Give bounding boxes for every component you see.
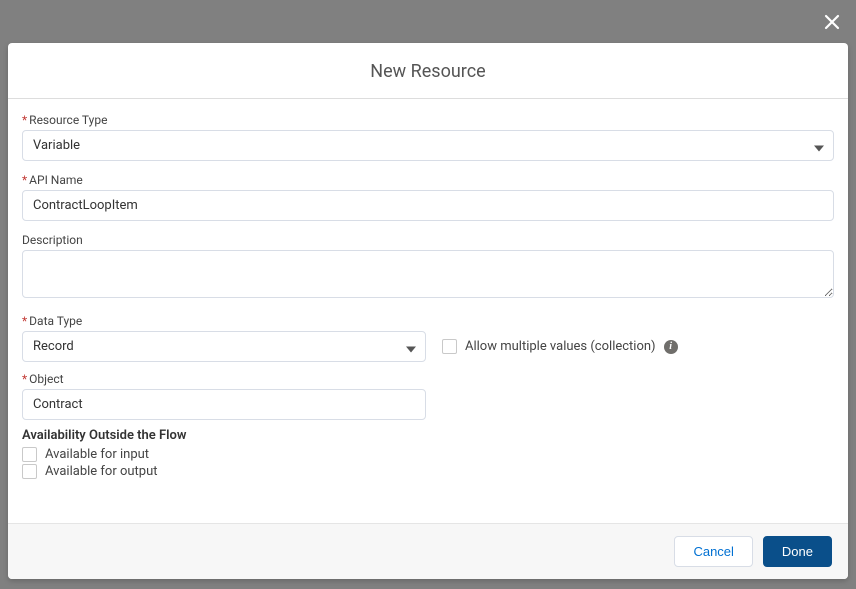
data-type-label: Data Type [22,314,426,328]
api-name-input[interactable] [22,190,834,221]
available-input-row: Available for input [22,447,834,462]
data-type-group: Data Type [22,314,426,362]
resource-type-select[interactable] [22,130,834,161]
allow-multiple-checkbox[interactable] [442,339,457,354]
object-label: Object [22,372,426,386]
modal-footer: Cancel Done [8,523,848,579]
done-button[interactable]: Done [763,536,832,567]
description-textarea[interactable] [22,250,834,298]
available-input-label: Available for input [45,447,149,462]
info-icon[interactable]: i [664,340,678,354]
allow-multiple-row: Allow multiple values (collection) i [442,314,678,354]
object-group: Object [22,372,426,420]
description-label: Description [22,233,834,247]
available-output-checkbox[interactable] [22,464,37,479]
resource-type-group: Resource Type [22,113,834,161]
available-input-checkbox[interactable] [22,447,37,462]
availability-heading: Availability Outside the Flow [22,428,834,443]
available-output-label: Available for output [45,464,158,479]
description-group: Description [22,233,834,302]
new-resource-modal: New Resource Resource Type API Name Desc… [8,43,848,579]
modal-header: New Resource [8,43,848,99]
modal-body: Resource Type API Name Description Data … [8,99,848,523]
object-input[interactable] [22,389,426,420]
data-type-select[interactable] [22,331,426,362]
cancel-button[interactable]: Cancel [674,536,752,567]
resource-type-label: Resource Type [22,113,834,127]
available-output-row: Available for output [22,464,834,479]
api-name-group: API Name [22,173,834,221]
modal-title: New Resource [8,61,848,82]
api-name-label: API Name [22,173,834,187]
close-icon[interactable] [822,12,842,36]
allow-multiple-label: Allow multiple values (collection) [465,339,656,354]
